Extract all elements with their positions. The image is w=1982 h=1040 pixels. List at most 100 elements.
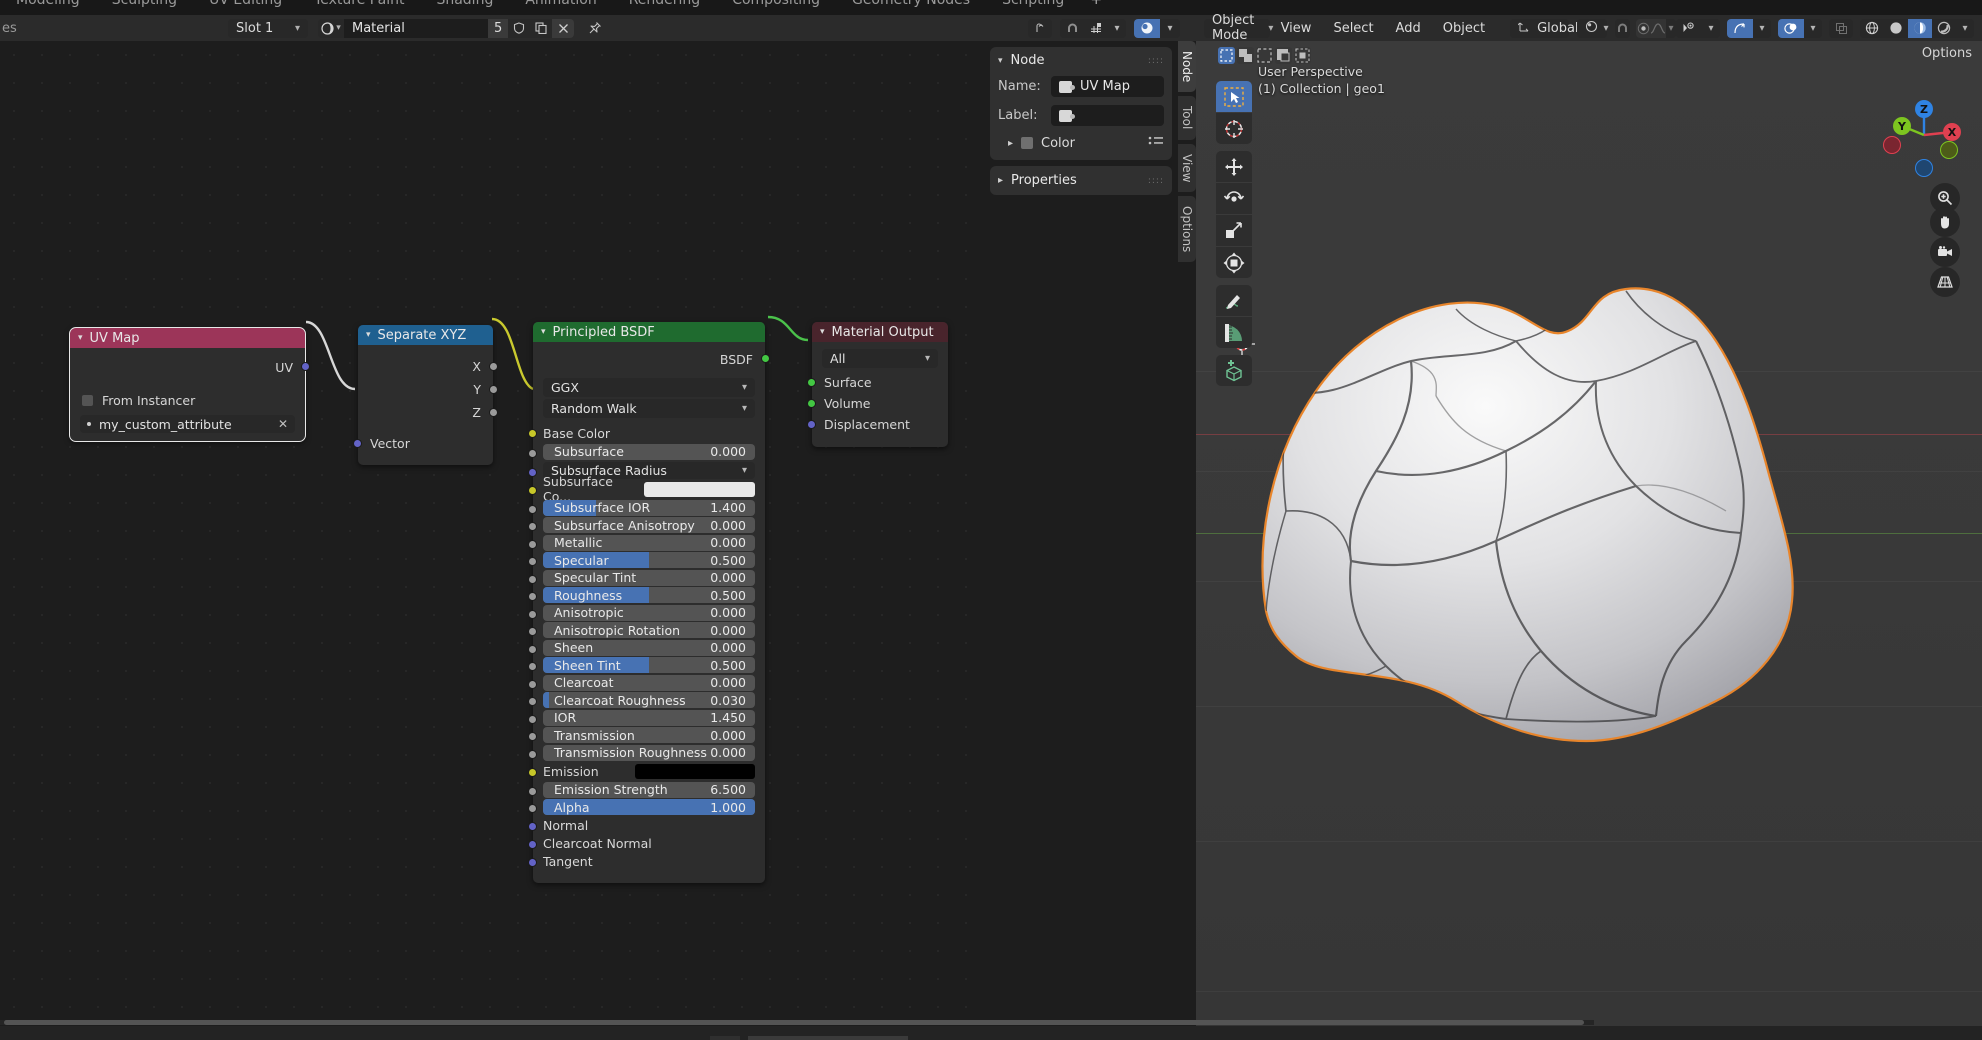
gizmo-axis-z[interactable]: Z: [1915, 100, 1933, 118]
chevron-down-icon[interactable]: ▾: [1956, 19, 1974, 38]
select-intersect-icon[interactable]: [1294, 47, 1311, 64]
sidebar-tab-node[interactable]: Node: [1178, 41, 1196, 92]
node-header[interactable]: ▾ Separate XYZ: [358, 325, 493, 345]
menu-select[interactable]: Select: [1322, 21, 1384, 36]
unlink-material-icon[interactable]: [552, 19, 574, 38]
workspace-tab-rendering[interactable]: Rendering: [613, 0, 717, 8]
node-uv-map[interactable]: ▾ UV Map UV From Instancer my_custom_att…: [70, 328, 305, 441]
collapse-triangle-icon[interactable]: ▾: [78, 333, 83, 343]
material-slot-dropdown[interactable]: Slot 1 ▾: [228, 19, 308, 38]
distribution-dropdown[interactable]: GGX ▾: [543, 378, 755, 397]
input-socket-transmission-roughness[interactable]: [528, 750, 537, 759]
color-swatch-icon[interactable]: [1021, 137, 1033, 149]
object-visibility-icon[interactable]: [1676, 19, 1702, 38]
property-sheen[interactable]: Sheen0.000: [543, 640, 755, 656]
property-clearcoat-roughness[interactable]: Clearcoat Roughness0.030: [543, 692, 755, 708]
property-anisotropic[interactable]: Anisotropic0.000: [543, 605, 755, 621]
add-cube-tool[interactable]: [1216, 355, 1252, 386]
node-material-output[interactable]: ▾ Material Output All ▾ Surface Volume: [812, 322, 948, 447]
solid-shading-icon[interactable]: [1884, 19, 1908, 38]
node-separate-xyz[interactable]: ▾ Separate XYZ X Y Z Vector: [358, 325, 493, 465]
uv-attribute-field[interactable]: my_custom_attribute ✕: [80, 415, 295, 433]
pan-hand-icon[interactable]: [1930, 207, 1960, 237]
tweak-select-box-tool[interactable]: [1216, 81, 1252, 112]
horizontal-scrollbar[interactable]: [4, 1020, 1584, 1025]
input-socket-volume[interactable]: [807, 399, 816, 408]
input-socket-clearcoat-roughness[interactable]: [528, 697, 537, 706]
snap-magnet-icon[interactable]: [1060, 19, 1084, 38]
input-socket-subsurface[interactable]: [528, 449, 537, 458]
collapse-triangle-icon[interactable]: ▾: [820, 327, 825, 337]
input-socket-roughness[interactable]: [528, 592, 537, 601]
workspace-tab-geometry-nodes[interactable]: Geometry Nodes: [836, 0, 986, 8]
menu-add[interactable]: Add: [1385, 21, 1432, 36]
input-socket-transmission[interactable]: [528, 732, 537, 741]
input-socket-anisotropic[interactable]: [528, 610, 537, 619]
material-users-count[interactable]: 5: [488, 19, 508, 38]
node-principled-bsdf[interactable]: ▾ Principled BSDF BSDF GGX ▾ Random Walk…: [533, 322, 765, 883]
input-socket-vector[interactable]: [353, 439, 362, 448]
input-socket-subsurface-anisotropy[interactable]: [528, 522, 537, 531]
workspace-tab-compositing[interactable]: Compositing: [716, 0, 836, 8]
object-mode-dropdown[interactable]: Object Mode ▾: [1204, 19, 1270, 38]
gizmo-axis-neg-y[interactable]: [1940, 141, 1958, 159]
menu-view[interactable]: View: [1270, 21, 1323, 36]
input-socket-clearcoat[interactable]: [528, 680, 537, 689]
falloff-curve-icon[interactable]: [1650, 19, 1666, 38]
select-subtract-icon[interactable]: [1256, 47, 1273, 64]
from-instancer-checkbox[interactable]: [82, 395, 93, 406]
input-socket-subsurface-ior[interactable]: [528, 505, 537, 514]
output-socket-bsdf[interactable]: [761, 354, 770, 363]
chevron-down-icon[interactable]: ▾: [1666, 19, 1676, 38]
input-socket-emission-strength[interactable]: [528, 787, 537, 796]
input-socket-specular[interactable]: [528, 557, 537, 566]
input-socket-displacement[interactable]: [807, 420, 816, 429]
input-socket-emission[interactable]: [528, 768, 537, 777]
material-preview-shading-icon[interactable]: [1908, 19, 1932, 38]
property-sheen-tint[interactable]: Sheen Tint0.500: [543, 657, 755, 673]
material-sphere-icon[interactable]: ▾: [318, 19, 344, 38]
collapse-triangle-icon[interactable]: ▾: [366, 330, 371, 340]
proportional-editing-icon[interactable]: [1636, 19, 1650, 38]
workspace-tab-shading[interactable]: Shading: [420, 0, 509, 8]
node-header[interactable]: ▾ UV Map: [70, 328, 305, 348]
chevron-down-icon[interactable]: ▾: [1160, 19, 1180, 38]
rotate-tool[interactable]: [1216, 183, 1252, 214]
select-extend-icon[interactable]: [1237, 47, 1254, 64]
chevron-down-icon[interactable]: ▾: [1753, 19, 1771, 38]
property-specular[interactable]: Specular0.500: [543, 552, 755, 568]
workspace-tab-sculpting[interactable]: Sculpting: [96, 0, 193, 8]
measure-tool[interactable]: [1216, 317, 1252, 348]
property-subsurface-ior[interactable]: Subsurface IOR1.400: [543, 500, 755, 516]
property-alpha[interactable]: Alpha1.000: [543, 799, 755, 815]
node-header[interactable]: ▾ Material Output: [812, 322, 948, 342]
input-socket-alpha[interactable]: [528, 804, 537, 813]
snap-target-icon[interactable]: [1084, 19, 1108, 38]
input-socket-subsurface-co-[interactable]: [528, 486, 537, 495]
input-socket-sheen-tint[interactable]: [528, 662, 537, 671]
sidebar-tab-options[interactable]: Options: [1178, 196, 1196, 262]
workspace-tab-animation[interactable]: Animation: [509, 0, 612, 8]
sidebar-tab-tool[interactable]: Tool: [1178, 96, 1196, 139]
node-label-input[interactable]: [1051, 105, 1164, 126]
properties-section[interactable]: ▸ Properties ::::: [990, 166, 1172, 195]
go-to-parent-icon[interactable]: [1028, 19, 1052, 38]
navigation-gizmo[interactable]: Z Y X: [1878, 89, 1970, 181]
color-swatch[interactable]: [644, 482, 755, 497]
collapse-triangle-icon[interactable]: ▾: [998, 56, 1003, 66]
transform-orientation-dropdown[interactable]: Global ▾: [1510, 19, 1569, 38]
property-roughness[interactable]: Roughness0.500: [543, 587, 755, 603]
collapse-triangle-icon[interactable]: ▾: [541, 327, 546, 337]
move-tool[interactable]: [1216, 151, 1252, 182]
viewport-3d[interactable]: User Perspective (1) Collection | geo1 O…: [1196, 41, 1982, 1026]
transform-tool[interactable]: [1216, 247, 1252, 278]
select-box-icon[interactable]: [1218, 47, 1235, 64]
toggle-xray-icon[interactable]: [1829, 19, 1853, 38]
property-subsurface-anisotropy[interactable]: Subsurface Anisotropy0.000: [543, 517, 755, 533]
workspace-tab-modeling[interactable]: Modeling: [0, 0, 96, 8]
node-name-input[interactable]: UV Map: [1051, 76, 1164, 97]
output-socket-uv[interactable]: [301, 362, 310, 371]
input-socket-ior[interactable]: [528, 715, 537, 724]
property-subsurface-co-[interactable]: Subsurface Co...: [533, 481, 755, 498]
node-section-header[interactable]: ▾ Node ::::: [998, 53, 1164, 68]
